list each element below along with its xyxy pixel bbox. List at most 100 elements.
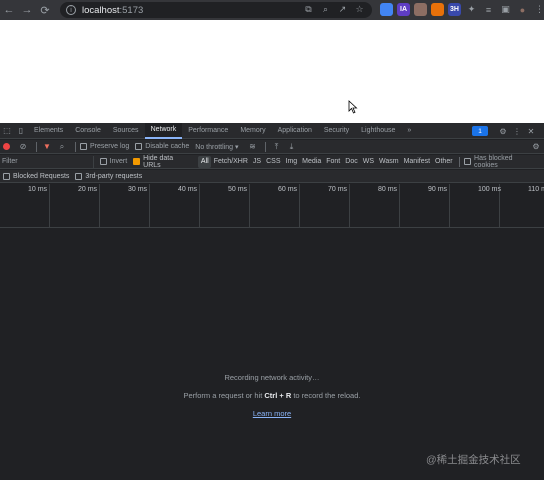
timeline-tick-label: 30 ms xyxy=(128,186,148,193)
disable-cache-checkbox[interactable]: Disable cache xyxy=(135,143,189,150)
ext-ia-icon[interactable]: IA xyxy=(397,3,410,16)
zoom-icon[interactable]: ⌕ xyxy=(319,3,332,16)
bookmark-star-icon[interactable]: ☆ xyxy=(353,3,366,16)
timeline-tick-label: 50 ms xyxy=(228,186,248,193)
filter-type-media[interactable]: Media xyxy=(300,156,324,168)
throttling-value: No throttling xyxy=(195,143,234,151)
share-icon[interactable]: ↗ xyxy=(336,3,349,16)
tab-memory[interactable]: Memory xyxy=(234,123,271,139)
device-toolbar-icon[interactable]: ▯ xyxy=(14,123,28,139)
invert-checkbox[interactable]: Invert xyxy=(99,158,128,165)
timeline-gridline xyxy=(99,184,100,228)
timeline-gridline xyxy=(149,184,150,228)
page-viewport[interactable] xyxy=(0,20,544,123)
reload-icon[interactable]: ⟳ xyxy=(36,0,54,20)
filter-type-font[interactable]: Font xyxy=(324,156,343,168)
site-info-icon[interactable]: i xyxy=(66,5,76,15)
mouse-cursor-icon xyxy=(348,100,358,114)
search-icon[interactable]: ⌕ xyxy=(56,141,68,153)
filter-divider xyxy=(459,156,461,167)
ext-blue-icon[interactable] xyxy=(380,3,393,16)
record-button[interactable] xyxy=(3,143,10,150)
url-host: localhost xyxy=(82,4,120,16)
timeline-gridline xyxy=(449,184,450,228)
hide-data-urls-checkbox[interactable]: Hide data URLs xyxy=(133,155,192,169)
tab-lighthouse[interactable]: Lighthouse xyxy=(355,123,401,139)
hint-keys: Ctrl + R xyxy=(264,391,292,400)
checkbox-box xyxy=(464,158,472,165)
reload-hint: Perform a request or hit Ctrl + R to rec… xyxy=(0,391,544,400)
url-port: :5173 xyxy=(119,4,144,16)
import-har-icon[interactable]: ⤒ xyxy=(270,141,282,153)
tab-elements[interactable]: Elements xyxy=(28,123,69,139)
tab-network[interactable]: Network xyxy=(144,122,183,139)
translate-icon[interactable]: ⧉ xyxy=(302,3,315,16)
third-party-checkbox[interactable]: 3rd-party requests xyxy=(75,172,142,180)
timeline-gridline xyxy=(399,184,400,228)
export-har-icon[interactable]: ⤓ xyxy=(285,141,297,153)
invert-label: Invert xyxy=(109,158,128,165)
checkbox-box xyxy=(80,143,87,150)
timeline-tick-label: 20 ms xyxy=(78,186,98,193)
preserve-log-label: Preserve log xyxy=(90,143,130,150)
filter-type-css[interactable]: CSS xyxy=(264,156,283,168)
more-tabs-button[interactable]: » xyxy=(401,123,417,139)
has-blocked-cookies-checkbox[interactable]: Has blocked cookies xyxy=(464,155,538,169)
settings-gear-icon[interactable]: ⚙ xyxy=(496,123,510,139)
filter-type-ws[interactable]: WS xyxy=(360,156,376,168)
hint-prefix: Perform a request or hit xyxy=(183,391,265,400)
reading-list-icon[interactable]: ≡ xyxy=(482,3,495,16)
disable-cache-label: Disable cache xyxy=(145,143,190,150)
network-timeline-overview[interactable]: 10 ms 20 ms 30 ms 40 ms 50 ms 60 ms 70 ms 80 ms… xyxy=(0,184,544,228)
forward-icon[interactable]: → xyxy=(18,0,36,20)
network-settings-gear-icon[interactable]: ⚙ xyxy=(530,141,542,153)
side-panel-icon[interactable]: ▣ xyxy=(499,3,512,16)
tab-security[interactable]: Security xyxy=(318,123,355,139)
chrome-menu-icon[interactable]: ⋮ xyxy=(533,3,544,16)
network-conditions-icon[interactable]: ≋ xyxy=(246,141,258,153)
clear-icon[interactable]: ⊘ xyxy=(17,141,29,153)
filter-type-doc[interactable]: Doc xyxy=(343,156,360,168)
issues-badge[interactable]: 1 xyxy=(472,126,488,136)
filter-funnel-icon[interactable]: ▼ xyxy=(41,141,53,153)
timeline-tick-label: 40 ms xyxy=(178,186,198,193)
profile-avatar-icon[interactable]: ● xyxy=(516,3,529,16)
filter-input[interactable]: Filter xyxy=(0,155,94,168)
filter-type-other[interactable]: Other xyxy=(433,156,456,168)
empty-state: Recording network activity… Perform a re… xyxy=(0,373,544,418)
filter-bar: Filter Invert Hide data URLs All Fetch/XH… xyxy=(0,155,544,169)
close-icon[interactable]: ✕ xyxy=(524,123,538,139)
inspect-element-icon[interactable]: ⬚ xyxy=(0,123,14,139)
ext-3h-icon[interactable]: 3H xyxy=(448,3,461,16)
timeline-gridline xyxy=(349,184,350,228)
tab-sources[interactable]: Sources xyxy=(107,123,145,139)
watermark: @稀土掘金技术社区 xyxy=(426,454,521,466)
timeline-tick-label: 90 ms xyxy=(428,186,448,193)
filter-type-fetch-xhr[interactable]: Fetch/XHR xyxy=(211,156,250,168)
filter-type-img[interactable]: Img xyxy=(283,156,300,168)
toolbar-divider xyxy=(265,141,267,152)
throttling-select[interactable]: No throttling ▾ xyxy=(195,143,238,151)
preserve-log-checkbox[interactable]: Preserve log xyxy=(80,143,129,150)
tab-application[interactable]: Application xyxy=(272,123,318,139)
ext-face-icon[interactable] xyxy=(414,3,427,16)
learn-more-link[interactable]: Learn more xyxy=(0,409,544,418)
tab-performance[interactable]: Performance xyxy=(182,123,234,139)
checkbox-box-checked xyxy=(133,158,141,165)
ext-orange-icon[interactable] xyxy=(431,3,444,16)
tab-console[interactable]: Console xyxy=(69,123,107,139)
back-icon[interactable]: ← xyxy=(0,0,18,20)
filter-type-wasm[interactable]: Wasm xyxy=(377,156,402,168)
kebab-menu-icon[interactable]: ⋮ xyxy=(510,123,524,139)
filter-type-js[interactable]: JS xyxy=(250,156,263,168)
recording-message: Recording network activity… xyxy=(224,373,320,382)
timeline-gridline xyxy=(49,184,50,228)
filter-type-manifest[interactable]: Manifest xyxy=(401,156,432,168)
puzzle-extensions-icon[interactable]: ✦ xyxy=(465,3,478,16)
filter-type-all[interactable]: All xyxy=(198,155,212,168)
filter-placeholder: Filter xyxy=(2,158,18,165)
address-url: localhost:5173 xyxy=(82,5,143,16)
blocked-requests-bar: Blocked Requests 3rd-party requests xyxy=(0,170,544,183)
timeline-tick-label: 80 ms xyxy=(378,186,398,193)
blocked-requests-checkbox[interactable]: Blocked Requests xyxy=(3,172,69,180)
